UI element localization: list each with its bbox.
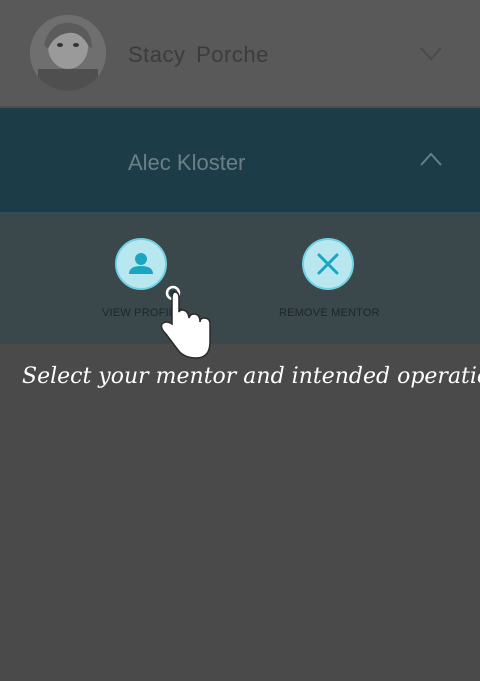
mentor-list-screen: Stacy Porche Alec Kloster VIEW PROFILE R… [0, 0, 480, 681]
remove-mentor-label: REMOVE MENTOR [279, 307, 380, 319]
remove-mentor-button[interactable] [302, 238, 354, 290]
close-icon [317, 253, 339, 275]
instruction-text: Select your mentor and intended operatio… [22, 364, 480, 389]
mentor-actions-panel [0, 214, 480, 344]
pointing-hand-icon [160, 285, 211, 359]
avatar [30, 15, 106, 91]
chevron-up-icon[interactable] [420, 152, 442, 166]
chevron-down-icon[interactable] [420, 47, 442, 61]
mentor-name-selected: Alec Kloster [128, 150, 246, 175]
avatar-photo [30, 15, 106, 91]
mentor-name: Stacy Porche [128, 42, 269, 67]
mentor-row-stacy[interactable]: Stacy Porche [0, 0, 480, 108]
